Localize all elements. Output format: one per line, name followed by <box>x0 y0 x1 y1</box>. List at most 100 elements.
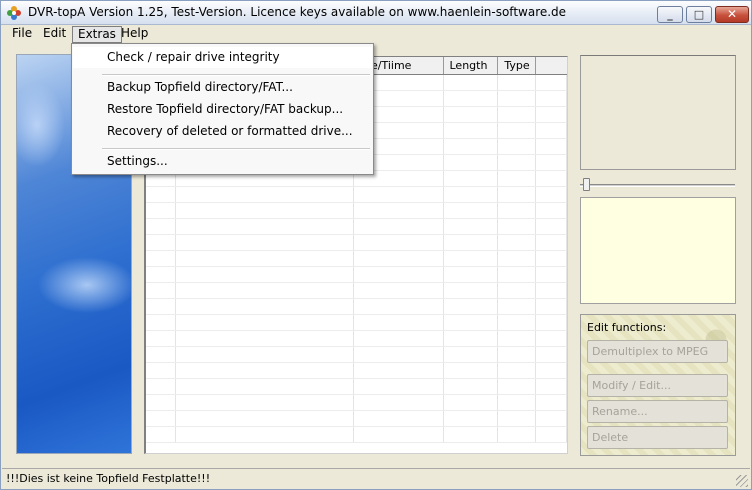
table-cell <box>146 282 177 299</box>
table-row[interactable] <box>146 202 567 219</box>
table-row[interactable] <box>146 410 567 427</box>
table-cell <box>535 394 567 411</box>
table-cell <box>443 410 499 427</box>
table-cell <box>497 218 537 235</box>
table-cell <box>146 298 177 315</box>
table-cell <box>535 410 567 427</box>
table-row[interactable] <box>146 394 567 411</box>
table-cell <box>443 362 499 379</box>
table-cell <box>535 282 567 299</box>
table-row[interactable] <box>146 314 567 331</box>
slider-thumb[interactable] <box>583 178 590 191</box>
table-cell <box>353 378 444 395</box>
table-cell <box>497 138 537 155</box>
table-cell <box>535 218 567 235</box>
close-icon: ✕ <box>726 7 738 21</box>
menu-item-recovery[interactable]: Recovery of deleted or formatted drive..… <box>73 121 372 142</box>
table-cell <box>175 250 354 267</box>
minimize-button[interactable]: _ <box>657 6 683 23</box>
table-cell <box>497 250 537 267</box>
table-row[interactable] <box>146 218 567 235</box>
close-button[interactable]: ✕ <box>715 6 749 23</box>
table-cell <box>443 282 499 299</box>
table-cell <box>175 282 354 299</box>
table-cell <box>175 346 354 363</box>
table-row[interactable] <box>146 282 567 299</box>
resize-grip-icon[interactable] <box>736 475 748 487</box>
status-bar: !!!Dies ist keine Topfield Festplatte!!! <box>2 468 750 489</box>
menu-extras[interactable]: Extras <box>72 26 122 43</box>
column-header-length[interactable]: Length <box>443 57 499 75</box>
table-cell <box>497 362 537 379</box>
table-cell <box>353 218 444 235</box>
table-cell <box>535 170 567 187</box>
menu-help[interactable]: Help <box>116 26 153 43</box>
table-cell <box>146 378 177 395</box>
table-cell <box>497 378 537 395</box>
table-cell <box>146 266 177 283</box>
table-cell <box>175 362 354 379</box>
edit-functions-label: Edit functions: <box>587 321 667 334</box>
table-row[interactable] <box>146 250 567 267</box>
modify-edit-button[interactable]: Modify / Edit... <box>587 374 728 397</box>
table-row[interactable] <box>146 362 567 379</box>
table-cell <box>497 106 537 123</box>
demultiplex-button[interactable]: Demultiplex to MPEG <box>587 340 728 363</box>
table-row[interactable] <box>146 298 567 315</box>
table-cell <box>175 410 354 427</box>
delete-button[interactable]: Delete <box>587 426 728 449</box>
position-slider[interactable] <box>580 178 735 192</box>
table-cell <box>535 298 567 315</box>
table-cell <box>535 330 567 347</box>
table-row[interactable] <box>146 234 567 251</box>
table-cell <box>146 362 177 379</box>
menu-item-backup-fat[interactable]: Backup Topfield directory/FAT... <box>73 77 372 98</box>
table-row[interactable] <box>146 330 567 347</box>
table-cell <box>443 394 499 411</box>
table-cell <box>497 426 537 443</box>
table-cell <box>535 346 567 363</box>
menu-item-settings[interactable]: Settings... <box>73 151 372 172</box>
menu-item-check-repair[interactable]: Check / repair drive integrity <box>73 47 372 68</box>
table-row[interactable] <box>146 266 567 283</box>
table-cell <box>535 266 567 283</box>
table-row[interactable] <box>146 426 567 443</box>
column-header-type[interactable]: Type <box>497 57 537 75</box>
table-cell <box>443 314 499 331</box>
rename-button[interactable]: Rename... <box>587 400 728 423</box>
table-cell <box>146 410 177 427</box>
table-cell <box>353 234 444 251</box>
menu-edit[interactable]: Edit <box>38 26 71 43</box>
menu-item-restore-fat[interactable]: Restore Topfield directory/FAT backup... <box>73 99 372 120</box>
table-cell <box>443 138 499 155</box>
table-cell <box>443 250 499 267</box>
table-cell <box>146 426 177 443</box>
table-cell <box>497 346 537 363</box>
table-cell <box>443 154 499 171</box>
table-cell <box>146 330 177 347</box>
table-cell <box>146 218 177 235</box>
table-cell <box>175 186 354 203</box>
table-cell <box>175 314 354 331</box>
table-cell <box>175 394 354 411</box>
table-cell <box>353 410 444 427</box>
table-cell <box>175 266 354 283</box>
table-cell <box>535 90 567 107</box>
menu-file[interactable]: File <box>7 26 37 43</box>
table-cell <box>535 138 567 155</box>
table-cell <box>146 202 177 219</box>
slider-track <box>580 184 735 187</box>
table-row[interactable] <box>146 378 567 395</box>
title-bar[interactable]: DVR-topA Version 1.25, Test-Version. Lic… <box>1 1 751 25</box>
table-cell <box>535 314 567 331</box>
table-cell <box>535 154 567 171</box>
table-cell <box>353 202 444 219</box>
table-cell <box>443 234 499 251</box>
table-cell <box>175 234 354 251</box>
table-cell <box>175 378 354 395</box>
maximize-button[interactable]: □ <box>686 6 712 23</box>
table-row[interactable] <box>146 186 567 203</box>
info-panel <box>580 197 736 304</box>
table-cell <box>443 74 499 91</box>
table-row[interactable] <box>146 346 567 363</box>
